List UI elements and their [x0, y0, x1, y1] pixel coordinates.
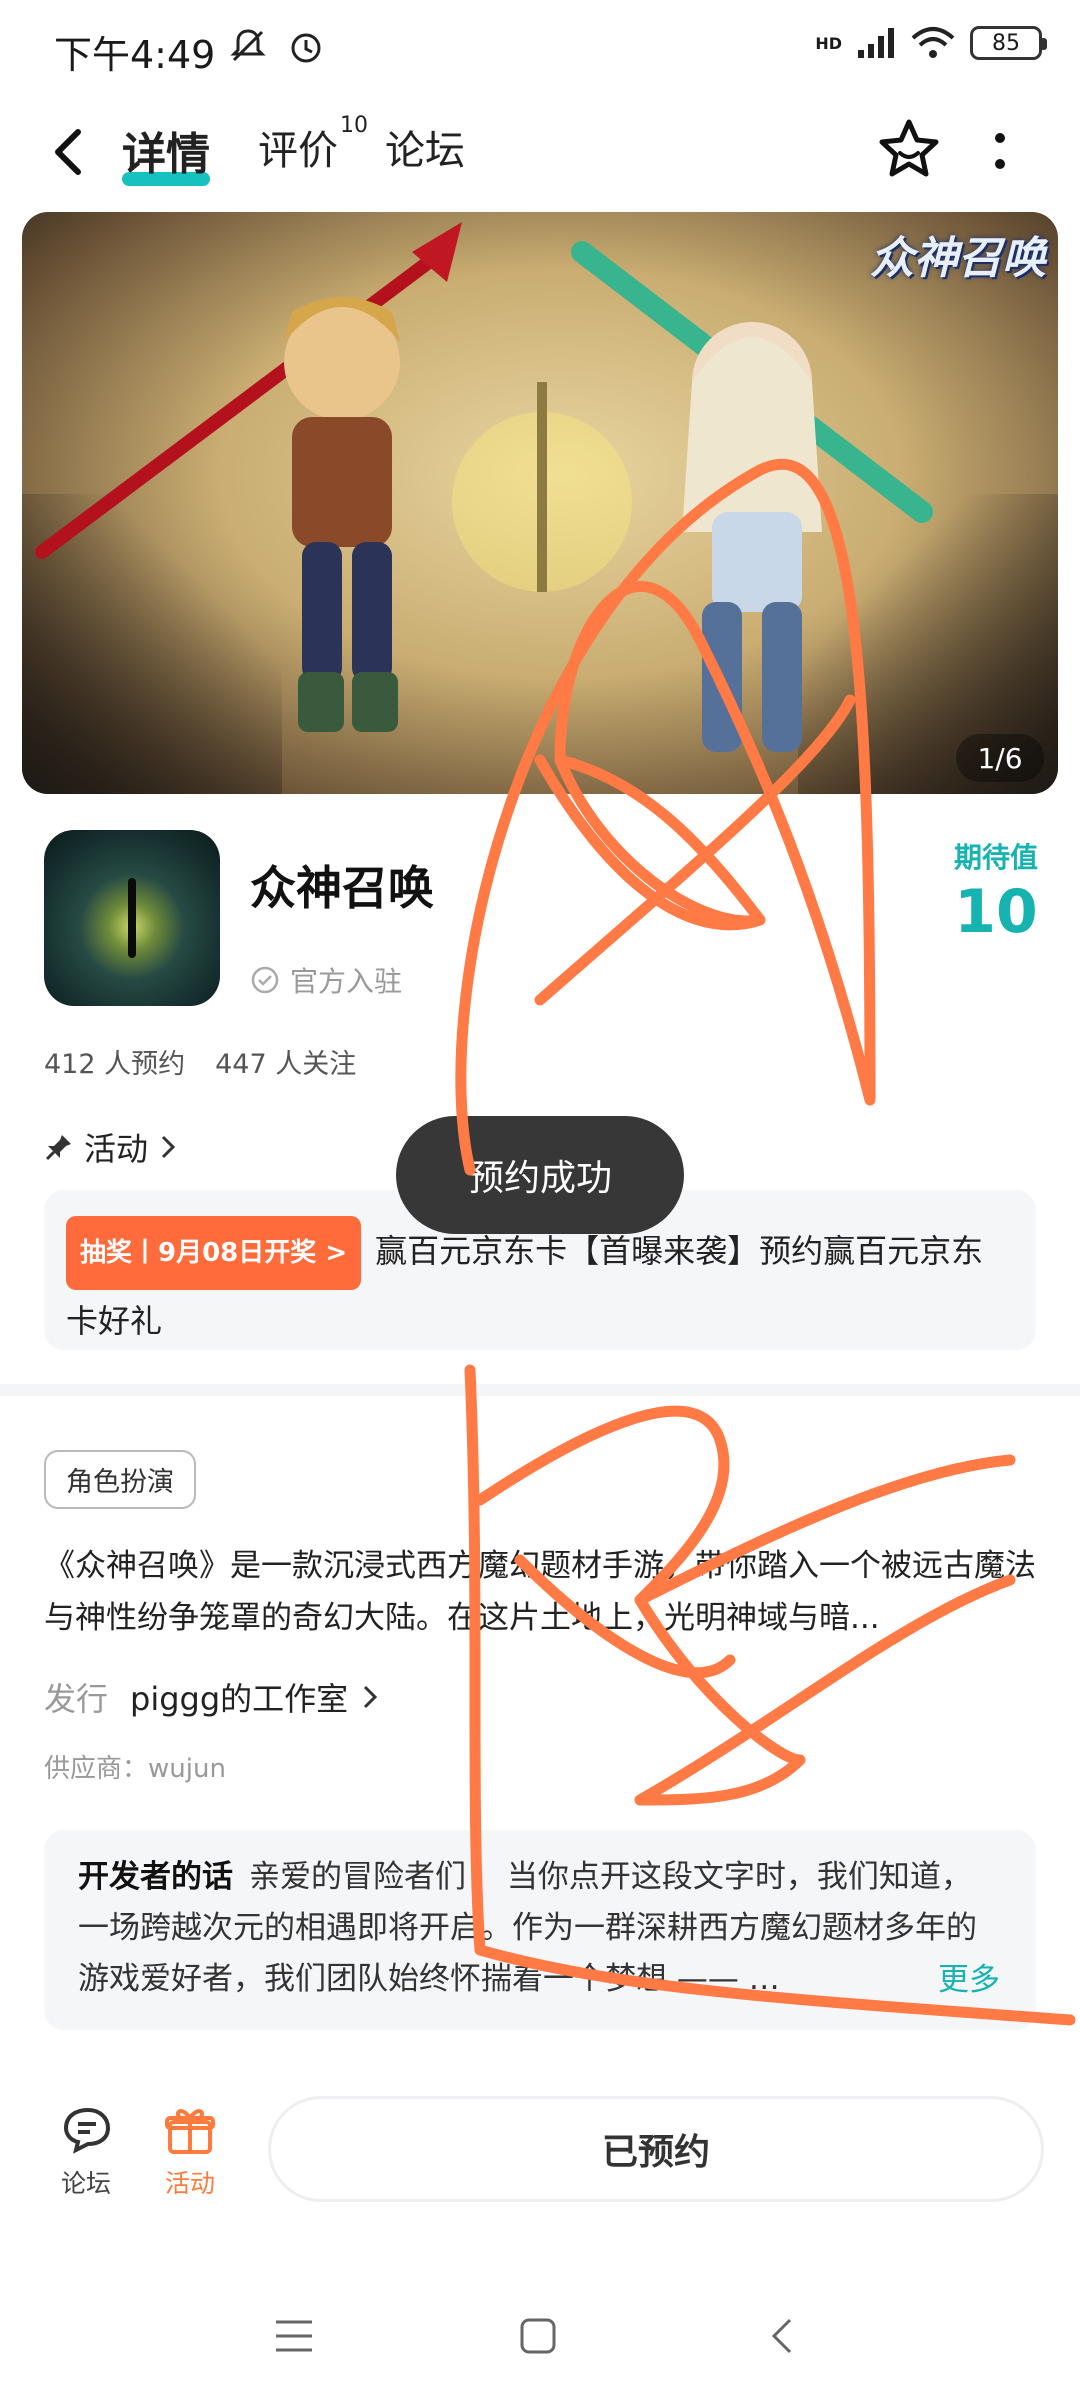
gift-icon — [165, 2109, 215, 2154]
pin-icon — [45, 1135, 71, 1161]
tab-forum-label: 论坛 — [385, 128, 465, 174]
bottom-action-bar: 论坛 活动 已预约 — [0, 2080, 1080, 2220]
network-type: HD — [815, 33, 842, 53]
app-icon-pupil — [128, 878, 136, 958]
expectation-score: 期待值 10 — [954, 836, 1038, 942]
developer-note-card[interactable]: 开发者的话 亲爱的冒险者们： 当你点开这段文字时，我们知道，一场跨越次元的相遇即将… — [44, 1830, 1036, 2030]
wifi-icon — [911, 27, 955, 58]
favorite-star-icon[interactable] — [876, 116, 942, 182]
status-right-icons: HD 85 — [815, 26, 1047, 60]
chevron-right-icon — [364, 1685, 378, 1709]
expectation-label: 期待值 — [953, 841, 1038, 874]
status-left-icons — [228, 26, 326, 66]
official-label: 官方入驻 — [290, 965, 403, 998]
top-nav: 详情 评价10 论坛 — [0, 96, 1080, 216]
bottom-forum-button[interactable]: 论坛 — [46, 2104, 126, 2200]
tab-reviews[interactable]: 评价10 — [258, 113, 368, 176]
lottery-badge: 抽奖丨9月08日开奖 > — [66, 1216, 362, 1290]
official-verified: 官方入驻 — [250, 960, 402, 1000]
back-nav-icon[interactable] — [762, 2314, 806, 2358]
home-icon[interactable] — [516, 2314, 560, 2358]
publisher-label: 发行 — [44, 1680, 109, 1718]
check-circle-icon — [251, 966, 279, 994]
activity-heading: 活动 — [84, 1130, 149, 1168]
review-count-badge: 10 — [340, 112, 368, 138]
publisher-row[interactable]: 发行 piggg的工作室 — [44, 1674, 380, 1720]
system-navigation-bar — [0, 2280, 1080, 2400]
banner-game-logo: 众神召唤 — [870, 233, 1046, 284]
back-arrow-icon[interactable] — [44, 122, 94, 182]
status-bar: 下午4:49 HD 85 — [0, 0, 1080, 96]
tab-reviews-label: 评价 — [258, 128, 338, 174]
publisher-name: piggg的工作室 — [130, 1680, 349, 1718]
section-divider — [0, 1384, 1080, 1396]
activity-header[interactable]: 活动 — [44, 1124, 178, 1170]
menu-icon[interactable] — [272, 2314, 316, 2358]
reservation-success-toast: 预约成功 — [396, 1116, 684, 1234]
app-title: 众神召唤 — [250, 861, 434, 915]
bottom-forum-label: 论坛 — [60, 2169, 111, 2198]
developer-note-more-link[interactable]: 更多 — [928, 1955, 1000, 2006]
tab-forum[interactable]: 论坛 — [385, 118, 465, 176]
reservation-stats: 412 人预约 447 人关注 — [44, 1042, 356, 1081]
developer-note-title: 开发者的话 — [78, 1859, 233, 1895]
more-options-icon[interactable] — [990, 126, 1010, 178]
signal-icon — [858, 28, 894, 58]
supplier-text: 供应商：wujun — [44, 1754, 226, 1784]
expectation-value: 10 — [954, 877, 1038, 947]
bottom-activity-label: 活动 — [164, 2169, 215, 2198]
reservation-count: 412 人预约 — [44, 1049, 186, 1080]
forum-chat-icon — [63, 2107, 111, 2154]
genre-tag[interactable]: 角色扮演 — [44, 1450, 196, 1509]
banner-page-counter: 1/6 — [956, 734, 1044, 782]
chevron-right-icon — [161, 1135, 176, 1159]
game-description[interactable]: 《众神召唤》是一款沉浸式西方魔幻题材手游，带你踏入一个被远古魔法与神性纷争笼罩的… — [44, 1540, 1040, 1644]
alarm-icon — [291, 33, 321, 63]
status-time: 下午4:49 — [54, 33, 216, 77]
promo-content: 抽奖丨9月08日开奖 > 赢百元京东卡【首曝来袭】预约赢百元京东卡好礼 — [66, 1216, 1014, 1352]
game-banner-image[interactable]: 众神召唤 1/6 — [22, 212, 1058, 794]
reserved-button[interactable]: 已预约 — [268, 2096, 1044, 2202]
battery-icon: 85 — [970, 26, 1047, 60]
follower-count: 447 人关注 — [215, 1049, 357, 1080]
banner-artwork — [35, 222, 933, 752]
bottom-activity-button[interactable]: 活动 — [150, 2104, 230, 2200]
app-icon-dragon-eye — [44, 830, 220, 1006]
mute-bell-icon — [230, 29, 266, 62]
tab-details-label: 详情 — [122, 129, 210, 180]
tab-details[interactable]: 详情 — [122, 118, 210, 186]
